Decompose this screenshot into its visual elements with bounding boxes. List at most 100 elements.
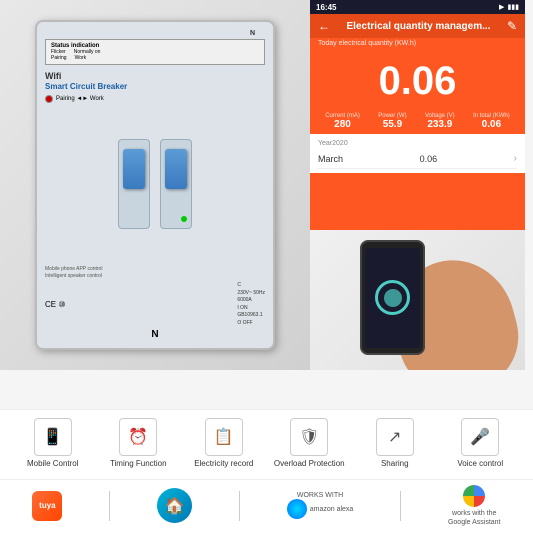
chevron-right-icon: › bbox=[514, 153, 517, 164]
app-area: 16:45 ▶ ▮▮▮ ← Electrical quantity manage… bbox=[310, 0, 533, 409]
google-works-with-text: works with the Google Assistant bbox=[448, 509, 501, 527]
electricity-icon: 📋 bbox=[205, 418, 243, 456]
tuya-icon: tuya bbox=[32, 491, 62, 521]
feature-mobile-control: 📱 Mobile Control bbox=[15, 418, 90, 469]
switch-handle-right[interactable] bbox=[165, 149, 187, 189]
mobile-control-text: Mobile phone APP control bbox=[45, 266, 265, 273]
feature-voice-label: Voice control bbox=[457, 459, 503, 469]
tuya-badge: tuya bbox=[32, 491, 62, 521]
switch-body-right bbox=[160, 139, 192, 229]
spec-voltage-freq: 230V~ 50Hz bbox=[237, 290, 265, 298]
phone-power-button[interactable] bbox=[375, 280, 410, 315]
stat-total: In total (KWh) 0.06 bbox=[473, 113, 510, 130]
app-big-number: 0.06 bbox=[310, 49, 525, 109]
pairing-label: Pairing bbox=[51, 55, 67, 61]
top-section: N Status indication Flicker Normally on … bbox=[0, 0, 533, 409]
spec-current: 6000A bbox=[237, 297, 265, 305]
alexa-section: WORKS WITH amazon alexa bbox=[287, 492, 354, 519]
status-bar-icons: ▶ ▮▮▮ bbox=[499, 3, 519, 11]
pairing-work-label: Pairing ◄► Work bbox=[56, 96, 104, 102]
switch-unit-right bbox=[160, 139, 192, 229]
phone-with-hand bbox=[310, 230, 525, 370]
alexa-ring-icon bbox=[287, 499, 307, 519]
smart-home-icon: 🏠 bbox=[157, 488, 192, 523]
status-indication-box: Status indication Flicker Normally on Pa… bbox=[45, 39, 265, 65]
alexa-logo: amazon alexa bbox=[287, 499, 354, 519]
feature-timing: ⏰ Timing Function bbox=[101, 418, 176, 469]
brands-section: tuya 🏠 WORKS WITH amazon alexa works wit… bbox=[0, 479, 533, 533]
divider2 bbox=[239, 491, 240, 521]
spec-standard: GB10963.1 bbox=[237, 312, 265, 320]
ce-mark: CE ⑩ bbox=[45, 300, 66, 309]
feature-sharing: ↗ Sharing bbox=[357, 418, 432, 469]
spec-rating: C bbox=[237, 282, 265, 290]
switches-row bbox=[45, 114, 265, 254]
app-month-value: 0.06 bbox=[420, 154, 438, 164]
voice-icon: 🎤 bbox=[461, 418, 499, 456]
stat-power: Power (W) 55.9 bbox=[378, 113, 406, 130]
pairing-work-row: Pairing ◄► Work bbox=[45, 95, 265, 103]
speaker-control-text: Intelligent speaker control bbox=[45, 273, 265, 280]
stat-current: Current (mA) 280 bbox=[325, 113, 360, 130]
stat-total-value: 0.06 bbox=[473, 119, 510, 130]
edit-button[interactable]: ✎ bbox=[507, 19, 517, 33]
phone-screen-mini bbox=[365, 248, 420, 348]
switch-handle-left[interactable] bbox=[123, 149, 145, 189]
feature-mobile-control-label: Mobile Control bbox=[27, 459, 79, 469]
app-year: Year2020 bbox=[318, 138, 517, 149]
sharing-icon: ↗ bbox=[376, 418, 414, 456]
switch-unit-left bbox=[118, 139, 150, 229]
mobile-control-icon: 📱 bbox=[34, 418, 72, 456]
stat-voltage: Voltage (V) 233.9 bbox=[425, 113, 455, 130]
feature-sharing-label: Sharing bbox=[381, 459, 409, 469]
phone-circle-inner bbox=[384, 289, 402, 307]
app-screen: 16:45 ▶ ▮▮▮ ← Electrical quantity manage… bbox=[310, 0, 525, 230]
smart-circuit-breaker-label: Smart Circuit Breaker bbox=[45, 82, 265, 92]
terminal-n-bottom: N bbox=[45, 329, 265, 340]
feature-voice: 🎤 Voice control bbox=[443, 418, 518, 469]
features-row: 📱 Mobile Control ⏰ Timing Function 📋 Ele… bbox=[10, 418, 523, 469]
main-container: N Status indication Flicker Normally on … bbox=[0, 0, 533, 533]
app-subtitle: Today electrical quantity (KW.h) bbox=[310, 38, 525, 49]
features-section: 📱 Mobile Control ⏰ Timing Function 📋 Ele… bbox=[0, 409, 533, 479]
alexa-brand-name: amazon alexa bbox=[310, 506, 354, 513]
status-row2: Pairing Work bbox=[51, 55, 259, 61]
green-status-dot bbox=[181, 216, 187, 222]
switch-body-left bbox=[118, 139, 150, 229]
back-button[interactable]: ← bbox=[318, 19, 330, 33]
feature-timing-label: Timing Function bbox=[110, 459, 167, 469]
breaker-area: N Status indication Flicker Normally on … bbox=[0, 0, 310, 370]
app-month-label: March bbox=[318, 154, 343, 164]
google-section: works with the Google Assistant bbox=[448, 485, 501, 527]
stat-voltage-value: 233.9 bbox=[425, 119, 455, 130]
battery-icon: ▮▮▮ bbox=[507, 3, 519, 11]
phone-device bbox=[360, 240, 425, 355]
app-month-row[interactable]: March 0.06 › bbox=[318, 149, 517, 169]
feature-electricity: 📋 Electricity record bbox=[186, 418, 261, 469]
app-status-bar: 16:45 ▶ ▮▮▮ bbox=[310, 0, 525, 14]
google-assistant-label: Google Assistant bbox=[448, 518, 501, 527]
spec-on: I ON bbox=[237, 305, 265, 313]
feature-overload-label: Overload Protection bbox=[274, 459, 345, 469]
alexa-works-with-text: WORKS WITH bbox=[297, 492, 343, 499]
status-bar-time: 16:45 bbox=[316, 3, 336, 12]
feature-electricity-label: Electricity record bbox=[194, 459, 253, 469]
breaker-specs: C 230V~ 50Hz 6000A I ON GB10963.1 O OFF bbox=[237, 282, 265, 327]
google-assistant-icon bbox=[463, 485, 485, 507]
terminal-n-top: N bbox=[45, 30, 265, 37]
stat-power-value: 55.9 bbox=[378, 119, 406, 130]
spec-off: O OFF bbox=[237, 320, 265, 328]
wifi-label: Wifi bbox=[45, 71, 265, 81]
app-stats-row: Current (mA) 280 Power (W) 55.9 Voltage … bbox=[310, 109, 525, 134]
app-nav: ← Electrical quantity managem... ✎ bbox=[310, 14, 525, 38]
red-indicator bbox=[45, 95, 53, 103]
divider1 bbox=[109, 491, 110, 521]
app-white-section: Year2020 March 0.06 › bbox=[310, 134, 525, 173]
wifi-status-icon: ▶ bbox=[499, 3, 504, 11]
feature-overload: 🛡 Overload Protection bbox=[272, 418, 347, 469]
breaker-body: N Status indication Flicker Normally on … bbox=[35, 20, 275, 350]
overload-icon: 🛡 bbox=[290, 418, 328, 456]
cert-row: CE ⑩ C 230V~ 50Hz 6000A I ON GB10963.1 O… bbox=[45, 282, 265, 327]
divider3 bbox=[400, 491, 401, 521]
work-label: Work bbox=[75, 55, 87, 61]
